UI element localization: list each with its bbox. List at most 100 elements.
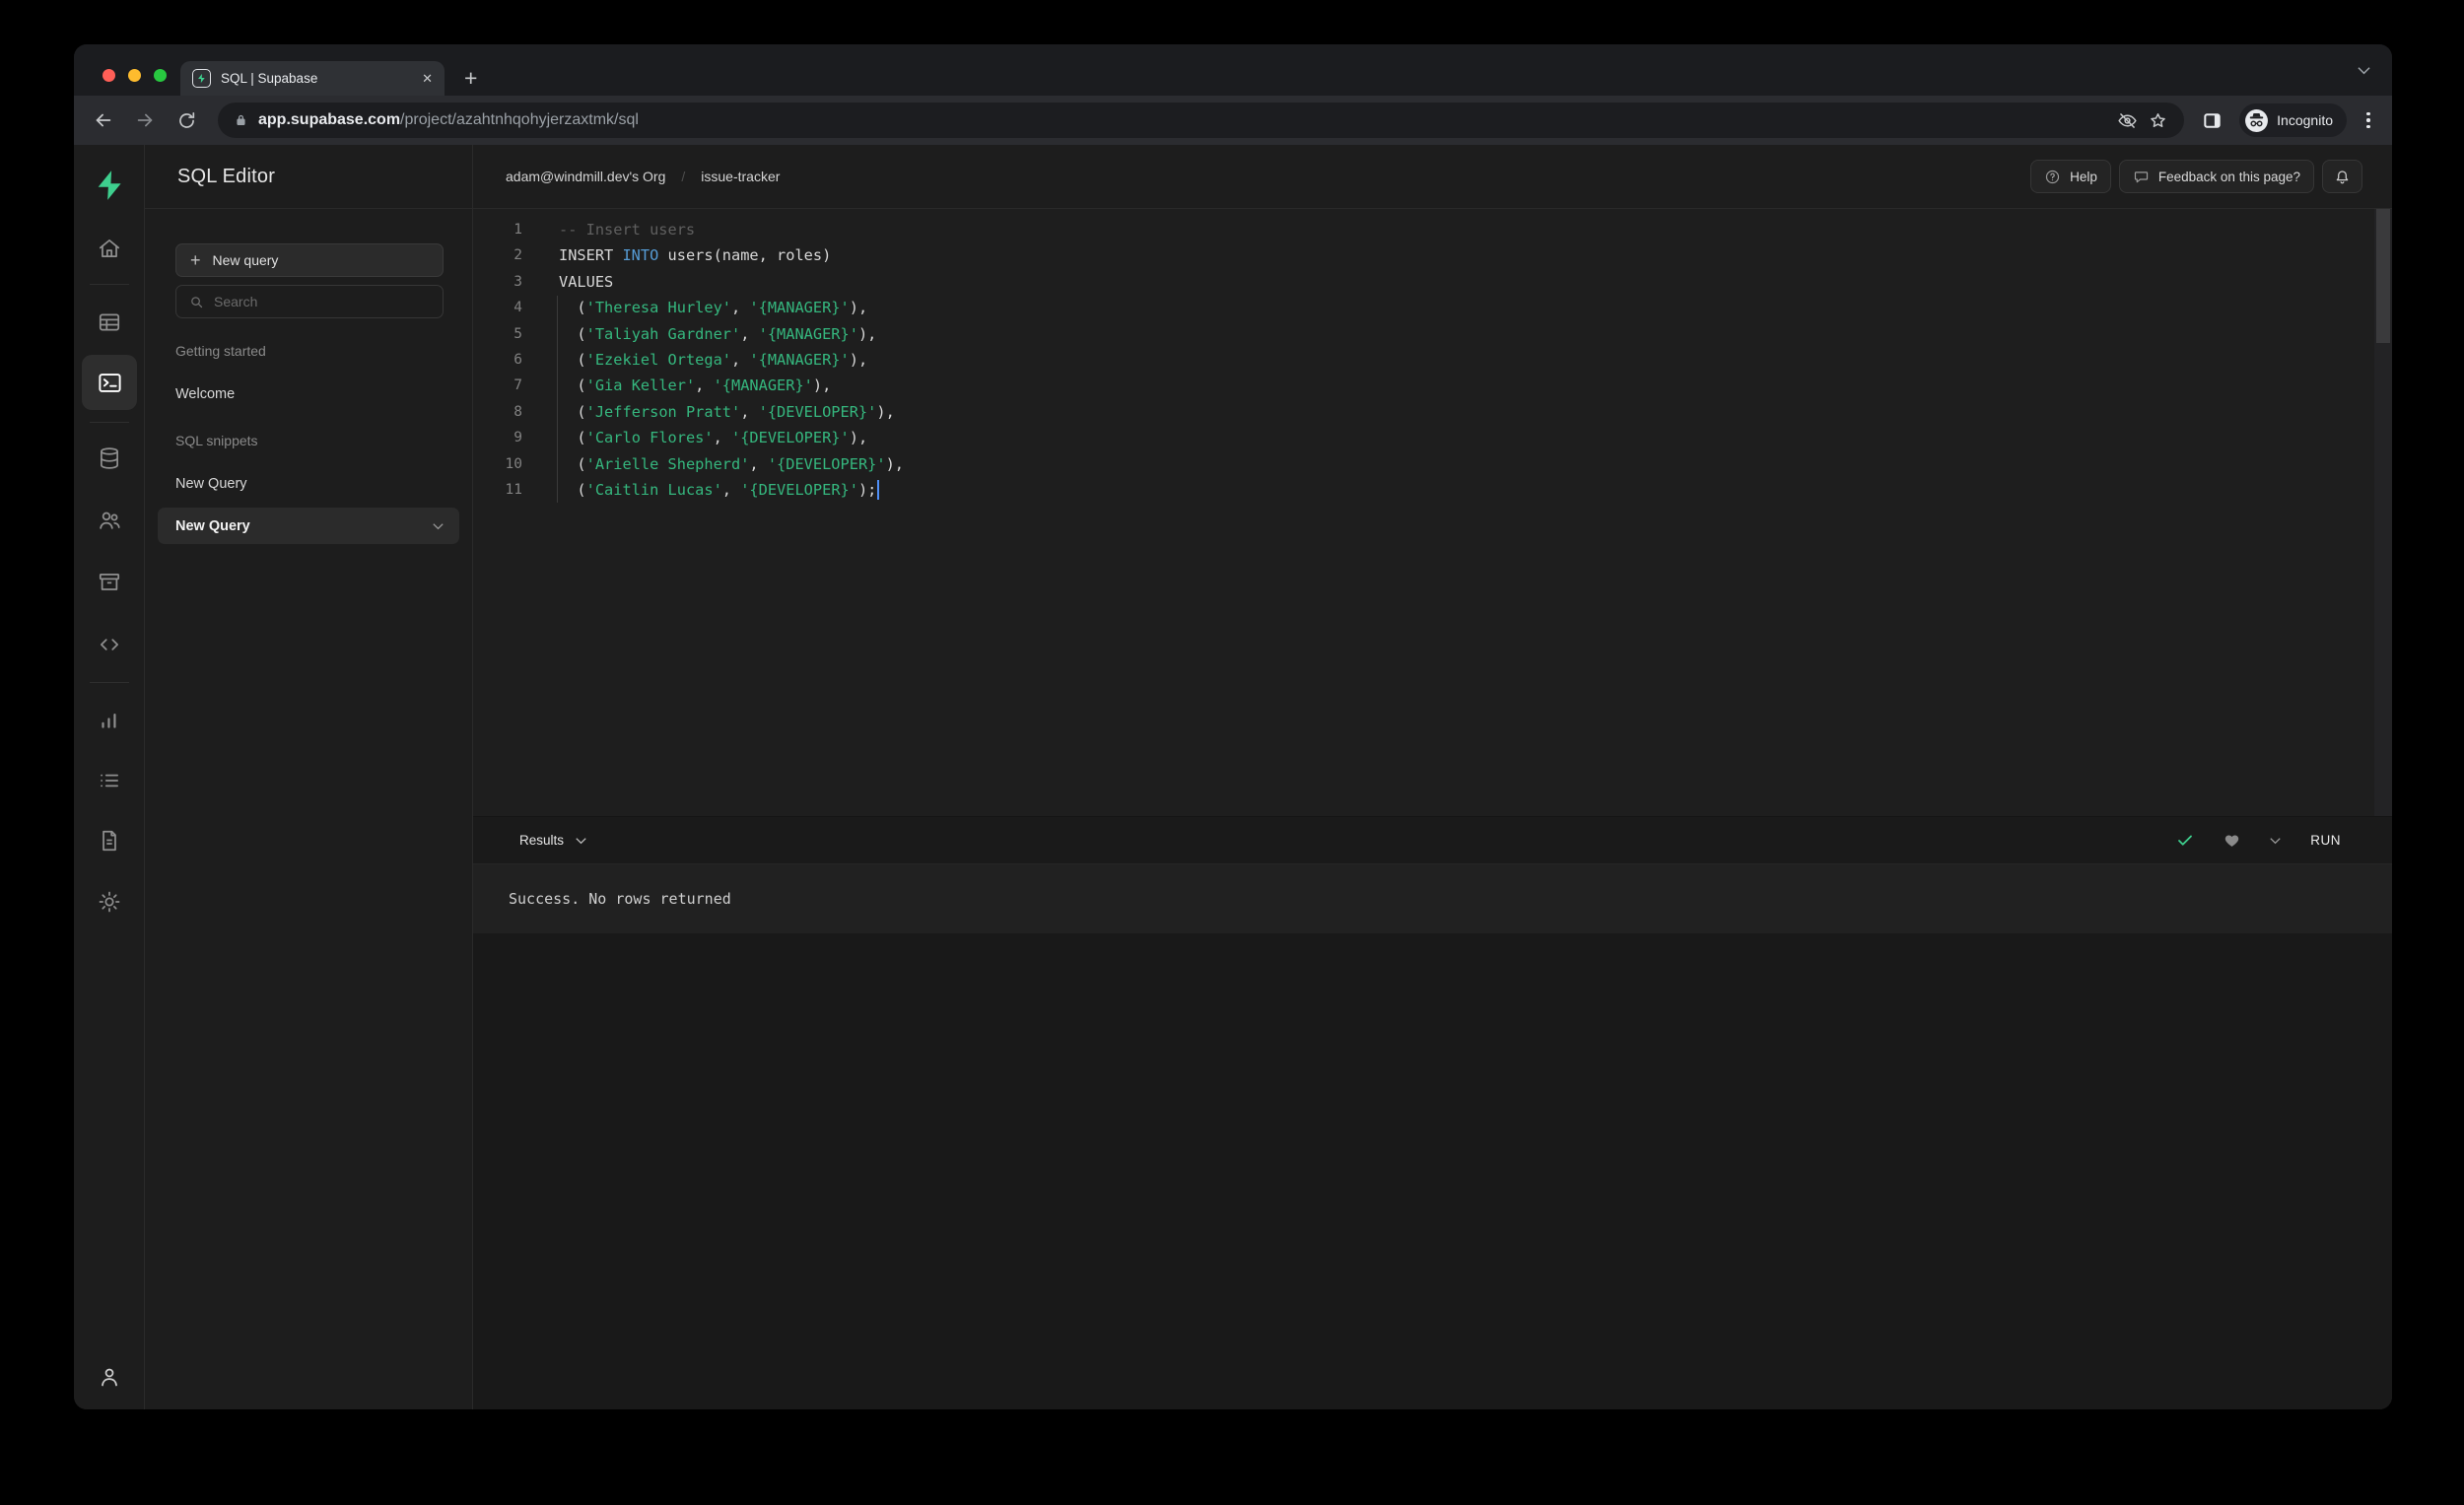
sql-editor-icon[interactable] <box>82 355 137 410</box>
help-icon <box>2044 169 2061 185</box>
code-text: INSERT INTO users(name, roles) <box>559 246 832 265</box>
account-icon[interactable] <box>90 1357 129 1397</box>
eye-off-icon[interactable] <box>2117 110 2138 131</box>
code-editor[interactable]: 1 -- Insert users 2 INSERT INTO users(name,… <box>473 209 2392 816</box>
code-text: ('Arielle Shepherd', '{DEVELOPER}'), <box>559 454 904 473</box>
chat-bubble-icon <box>2133 169 2150 185</box>
bookmark-star-icon[interactable] <box>2148 110 2168 131</box>
notifications-button[interactable] <box>2322 160 2362 193</box>
line-number: 8 <box>513 403 522 420</box>
snippet-item[interactable]: New Query <box>145 470 472 498</box>
page-title: SQL Editor <box>177 165 276 187</box>
bell-icon <box>2333 168 2352 186</box>
tab-search-chevron-icon[interactable] <box>2358 66 2370 75</box>
settings-gear-icon[interactable] <box>90 882 129 922</box>
window-zoom-button[interactable] <box>154 69 167 82</box>
breadcrumb-project[interactable]: issue-tracker <box>701 169 780 184</box>
code-line[interactable]: 4 ('Theresa Hurley', '{MANAGER}'), <box>473 295 2392 320</box>
logs-icon[interactable] <box>90 761 129 800</box>
address-bar[interactable]: app.supabase.com/project/azahtnhqohyjerz… <box>218 103 2185 138</box>
code-line[interactable]: 7 ('Gia Keller', '{MANAGER}'), <box>473 373 2392 398</box>
results-dropdown[interactable]: Results <box>519 833 2176 848</box>
code-line[interactable]: 1 -- Insert users <box>473 217 2392 242</box>
line-number: 3 <box>513 273 522 290</box>
browser-toolbar: app.supabase.com/project/azahtnhqohyjerz… <box>74 96 2392 145</box>
results-empty-area <box>473 933 2392 1409</box>
window-minimize-button[interactable] <box>128 69 141 82</box>
api-docs-icon[interactable] <box>90 821 129 860</box>
editor-scrollbar-thumb[interactable] <box>2376 209 2390 343</box>
favorite-heart-icon[interactable] <box>2224 833 2240 849</box>
incognito-label: Incognito <box>2277 112 2333 128</box>
plus-icon: + <box>190 249 201 270</box>
supabase-logo-icon[interactable] <box>90 166 129 205</box>
run-options-chevron-icon[interactable] <box>2270 837 2281 845</box>
panel-header: SQL Editor <box>145 145 472 209</box>
code-line[interactable]: 6 ('Ezekiel Ortega', '{MANAGER}'), <box>473 347 2392 373</box>
code-text: ('Carlo Flores', '{DEVELOPER}'), <box>559 429 868 447</box>
line-number: 9 <box>513 430 522 446</box>
window-controls <box>103 69 167 82</box>
line-number: 2 <box>513 247 522 264</box>
run-button[interactable]: RUN <box>2310 833 2341 848</box>
tab-strip: SQL | Supabase ✕ + <box>74 44 2392 96</box>
storage-icon[interactable] <box>90 563 129 602</box>
code-line[interactable]: 5 ('Taliyah Gardner', '{MANAGER}'), <box>473 321 2392 347</box>
code-line[interactable]: 11 ('Caitlin Lucas', '{DEVELOPER}'); <box>473 477 2392 503</box>
code-text: ('Gia Keller', '{MANAGER}'), <box>559 376 832 395</box>
chevron-down-icon <box>576 837 586 845</box>
incognito-icon <box>2244 108 2269 133</box>
incognito-badge: Incognito <box>2239 103 2347 137</box>
search-box[interactable] <box>175 285 444 318</box>
chevron-down-icon[interactable] <box>433 522 444 530</box>
panel-section: Getting started Welcome <box>145 343 472 408</box>
breadcrumb-org[interactable]: adam@windmill.dev's Org <box>506 169 665 184</box>
side-panel-icon[interactable] <box>2198 106 2225 134</box>
help-button[interactable]: Help <box>2030 160 2111 193</box>
editor-scrollbar-track <box>2374 209 2392 816</box>
panel-sections: Getting started Welcome SQL snippets New Qu… <box>145 343 472 544</box>
line-number: 10 <box>505 455 522 472</box>
code-line[interactable]: 2 INSERT INTO users(name, roles) <box>473 242 2392 268</box>
reload-button[interactable] <box>172 106 200 134</box>
feedback-button[interactable]: Feedback on this page? <box>2118 160 2314 193</box>
browser-tab[interactable]: SQL | Supabase ✕ <box>180 61 445 96</box>
code-text: -- Insert users <box>559 221 696 239</box>
code-line[interactable]: 9 ('Carlo Flores', '{DEVELOPER}'), <box>473 425 2392 450</box>
table-editor-icon[interactable] <box>90 303 129 342</box>
lock-icon[interactable] <box>234 112 248 128</box>
window-close-button[interactable] <box>103 69 115 82</box>
code-text: ('Caitlin Lucas', '{DEVELOPER}'); <box>522 477 880 503</box>
new-tab-button[interactable]: + <box>464 64 477 92</box>
line-number: 1 <box>513 222 522 238</box>
authentication-icon[interactable] <box>90 501 129 540</box>
new-query-button[interactable]: + New query <box>175 243 444 277</box>
line-number: 7 <box>513 377 522 394</box>
nav-rail <box>74 145 145 1409</box>
edge-functions-icon[interactable] <box>90 625 129 664</box>
snippet-item[interactable]: New Query <box>158 508 459 544</box>
code-line[interactable]: 10 ('Arielle Shepherd', '{DEVELOPER}'), <box>473 451 2392 477</box>
results-message: Success. No rows returned <box>509 890 731 908</box>
section-label: Getting started <box>175 343 266 359</box>
code-text: ('Theresa Hurley', '{MANAGER}'), <box>559 299 868 317</box>
tab-close-icon[interactable]: ✕ <box>422 71 433 87</box>
search-input[interactable] <box>214 294 430 309</box>
snippet-item-label: New Query <box>175 476 247 492</box>
rail-divider <box>90 284 129 285</box>
database-icon[interactable] <box>90 439 129 478</box>
snippet-item[interactable]: Welcome <box>145 380 472 408</box>
reports-icon[interactable] <box>90 700 129 739</box>
code-line[interactable]: 3 VALUES <box>473 269 2392 295</box>
forward-button[interactable] <box>131 106 159 134</box>
panel-section: SQL snippets New Query New Query <box>145 433 472 544</box>
main-header: adam@windmill.dev's Org / issue-tracker … <box>473 145 2392 209</box>
code-line[interactable]: 8 ('Jefferson Pratt', '{DEVELOPER}'), <box>473 399 2392 425</box>
line-number: 4 <box>513 300 522 316</box>
line-number: 5 <box>513 325 522 342</box>
browser-menu-icon[interactable] <box>2361 111 2376 129</box>
browser-window: SQL | Supabase ✕ + app.supabase.com/proj… <box>74 44 2392 1409</box>
home-icon[interactable] <box>90 229 129 268</box>
back-button[interactable] <box>90 106 117 134</box>
line-number: 6 <box>513 351 522 368</box>
